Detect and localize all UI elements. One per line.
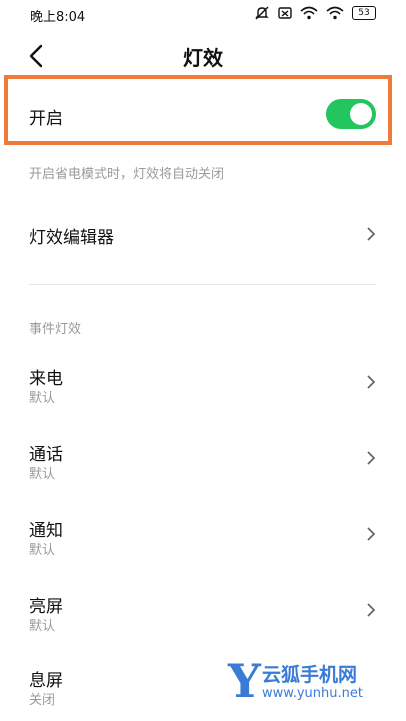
event-row-notification[interactable]: 通知 默认 bbox=[0, 516, 406, 562]
chevron-right-icon bbox=[367, 451, 376, 465]
watermark-brand: 云狐手机网 bbox=[262, 664, 358, 686]
chevron-right-icon bbox=[367, 227, 376, 241]
event-value: 关闭 bbox=[29, 693, 56, 708]
power-saving-hint: 开启省电模式时，灯效将自动关闭 bbox=[29, 167, 225, 182]
watermark-logo-icon: Y bbox=[228, 654, 261, 708]
event-value: 默认 bbox=[29, 543, 56, 558]
chevron-right-icon bbox=[367, 603, 376, 617]
event-label: 亮屏 bbox=[29, 597, 63, 617]
toggle-knob bbox=[350, 103, 372, 125]
light-effect-editor-row[interactable]: 灯效编辑器 bbox=[0, 220, 406, 250]
event-row-incoming-call[interactable]: 来电 默认 bbox=[0, 364, 406, 410]
sim-off-icon bbox=[278, 7, 292, 19]
editor-label: 灯效编辑器 bbox=[29, 228, 114, 248]
chevron-right-icon bbox=[367, 375, 376, 389]
enable-label: 开启 bbox=[29, 109, 63, 129]
event-value: 默认 bbox=[29, 391, 56, 406]
status-bar: 晚上8:04 53 bbox=[0, 0, 406, 28]
event-row-screen-on[interactable]: 亮屏 默认 bbox=[0, 592, 406, 638]
battery-level: 53 bbox=[352, 6, 376, 20]
page-title: 灯效 bbox=[183, 46, 223, 70]
event-value: 默认 bbox=[29, 619, 56, 634]
event-label: 通知 bbox=[29, 521, 63, 541]
event-label: 来电 bbox=[29, 369, 63, 389]
enable-toggle[interactable] bbox=[326, 99, 376, 129]
event-row-call[interactable]: 通话 默认 bbox=[0, 440, 406, 486]
status-icons: 53 bbox=[254, 5, 376, 21]
event-label: 息屏 bbox=[29, 671, 63, 691]
mute-alarm-icon bbox=[255, 6, 269, 20]
event-value: 默认 bbox=[29, 467, 56, 482]
divider bbox=[29, 284, 376, 285]
wifi-icon-2 bbox=[326, 6, 344, 20]
header-bar: 灯效 bbox=[0, 36, 406, 76]
section-title: 事件灯效 bbox=[29, 322, 82, 337]
status-time: 晚上8:04 bbox=[30, 10, 86, 25]
watermark-url: www.yunhu.net bbox=[262, 686, 363, 701]
wifi-icon bbox=[300, 6, 318, 20]
watermark: Y 云狐手机网 www.yunhu.net bbox=[228, 654, 406, 721]
chevron-right-icon bbox=[367, 527, 376, 541]
event-label: 通话 bbox=[29, 445, 63, 465]
